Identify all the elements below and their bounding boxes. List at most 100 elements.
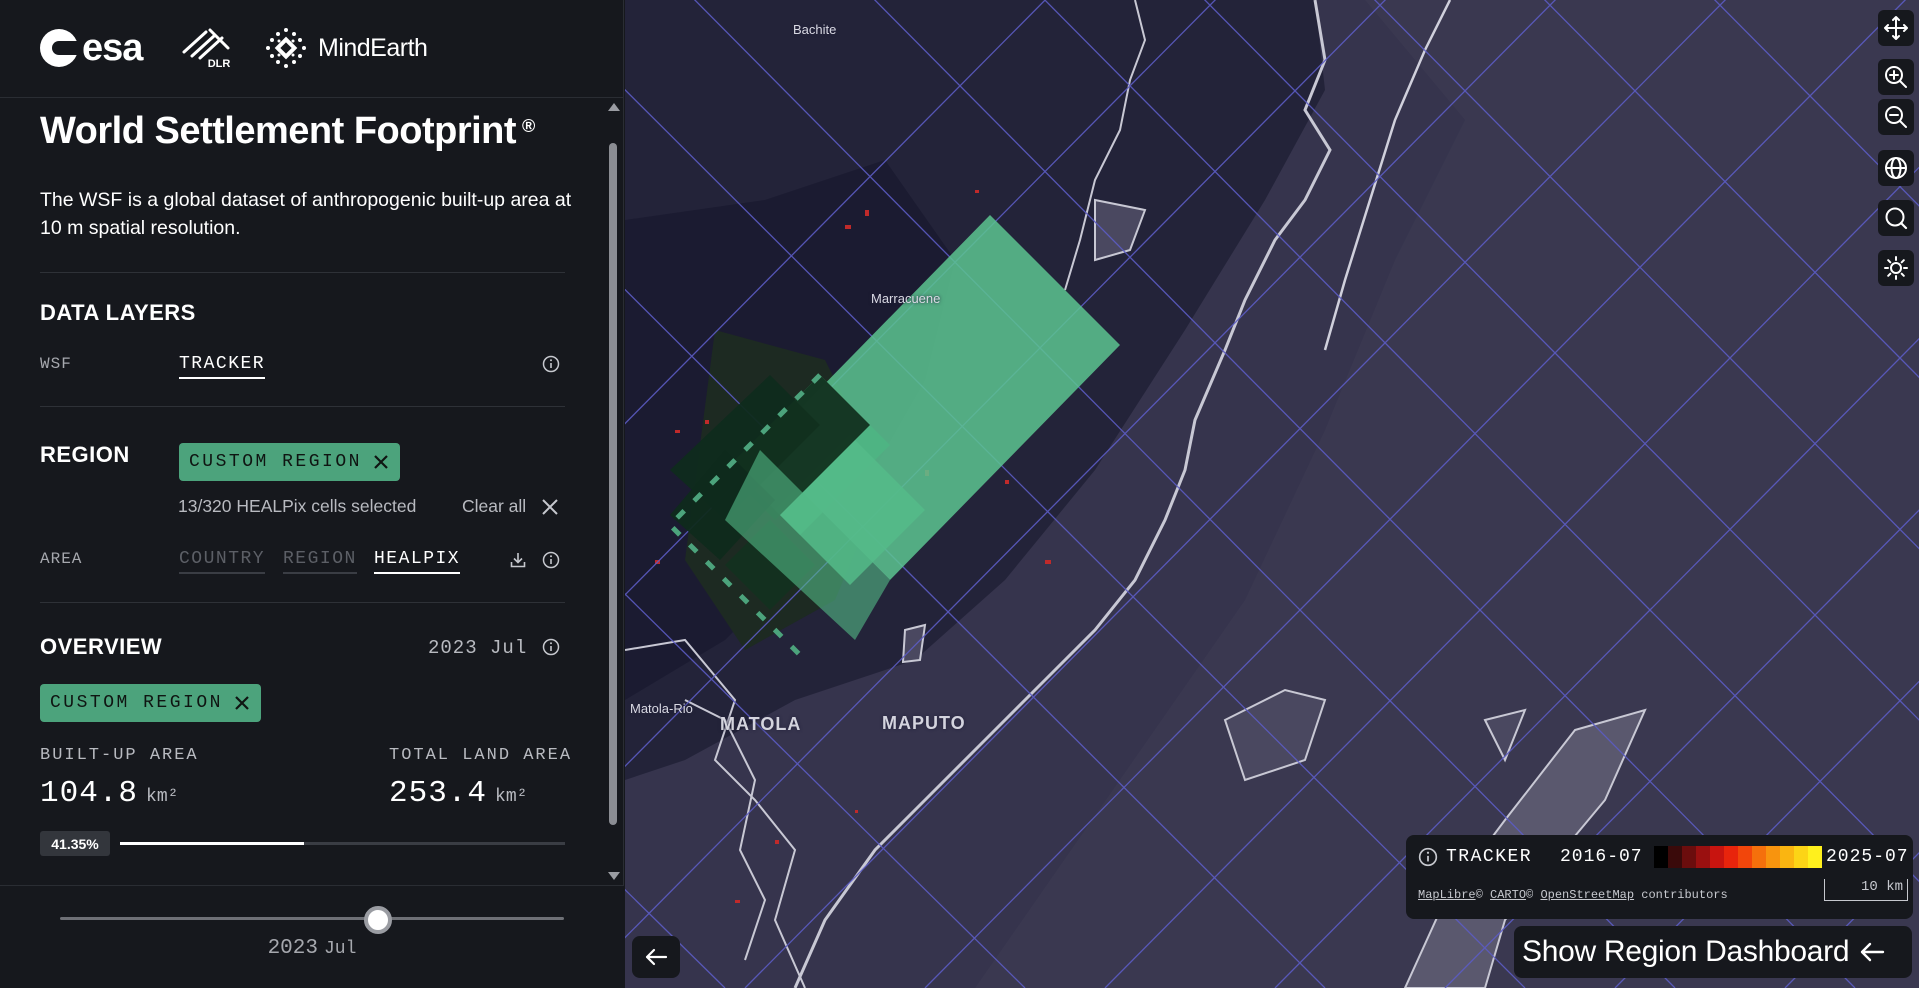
maplibre-link[interactable]: MapLibre bbox=[1418, 888, 1476, 902]
mindearth-logo-text: MindEarth bbox=[318, 33, 428, 62]
arrow-left-icon bbox=[1861, 942, 1885, 962]
show-region-dashboard-label: Show Region Dashboard bbox=[1522, 935, 1850, 968]
collapse-sidebar-button[interactable] bbox=[632, 936, 680, 978]
area-label: AREA bbox=[40, 550, 83, 568]
pan-button[interactable] bbox=[1878, 10, 1914, 46]
dlr-logo-text: DLR bbox=[207, 58, 231, 70]
tab-tracker[interactable]: TRACKER bbox=[179, 354, 266, 379]
built-up-progress-bar bbox=[120, 842, 565, 845]
zoom-in-button[interactable] bbox=[1878, 59, 1914, 95]
total-land-area-value: 253.4 bbox=[389, 776, 488, 811]
legend-ramp-swatch bbox=[1696, 846, 1710, 868]
divider bbox=[40, 406, 565, 407]
legend-ramp-swatch bbox=[1738, 846, 1752, 868]
divider bbox=[40, 602, 565, 603]
legend-ramp-swatch bbox=[1654, 846, 1668, 868]
total-land-area-unit: km² bbox=[495, 787, 528, 807]
region-custom-chip[interactable]: CUSTOM REGION bbox=[179, 443, 400, 481]
dlr-logo[interactable]: DLR bbox=[180, 24, 234, 72]
built-up-area-label: BUILT-UP AREA bbox=[40, 746, 199, 765]
overview-title: OVERVIEW bbox=[40, 634, 163, 659]
data-layers-info-icon[interactable] bbox=[542, 355, 560, 373]
esa-logo-mark-icon bbox=[40, 29, 78, 67]
mindearth-logo[interactable]: MindEarth bbox=[264, 24, 428, 72]
built-up-area-unit: km² bbox=[146, 787, 179, 807]
timeline-date-label: 2023 Jul bbox=[0, 937, 624, 960]
search-button[interactable] bbox=[1878, 200, 1914, 236]
carto-link[interactable]: CARTO bbox=[1490, 888, 1526, 902]
legend-end-date: 2025-07 bbox=[1826, 847, 1909, 867]
legend-start-date: 2016-07 bbox=[1560, 847, 1643, 867]
page-description: The WSF is a global dataset of anthropog… bbox=[40, 189, 572, 239]
legend-ramp-swatch bbox=[1752, 846, 1766, 868]
legend-ramp-swatch bbox=[1668, 846, 1682, 868]
globe-icon bbox=[1885, 157, 1907, 179]
built-up-percent-badge: 41.35% bbox=[40, 831, 110, 856]
zoom-in-icon bbox=[1885, 66, 1907, 88]
total-land-area-metric: 253.4 km² bbox=[389, 776, 527, 811]
area-info-icon[interactable] bbox=[542, 551, 560, 569]
page-title-text: World Settlement Footprint bbox=[40, 110, 517, 152]
logo-bar: esa DLR MindEarth bbox=[0, 0, 624, 98]
overview-custom-chip[interactable]: CUSTOM REGION bbox=[40, 684, 261, 722]
esa-logo[interactable]: esa bbox=[40, 24, 143, 72]
map-label-matola: MATOLA bbox=[720, 714, 802, 734]
mindearth-logo-mark-icon bbox=[266, 28, 306, 68]
legend-ramp-swatch bbox=[1808, 846, 1822, 868]
clear-all-button[interactable]: Clear all bbox=[462, 496, 526, 517]
tab-region[interactable]: REGION bbox=[283, 549, 357, 574]
zoom-out-icon bbox=[1885, 106, 1907, 128]
esa-logo-text: esa bbox=[82, 26, 143, 69]
region-chip-label: CUSTOM REGION bbox=[189, 452, 362, 472]
map-label-bachite: Bachite bbox=[793, 22, 837, 37]
built-up-area-value: 104.8 bbox=[40, 776, 139, 811]
overview-date: 2023 Jul bbox=[428, 637, 527, 659]
legend-ramp-swatch bbox=[1780, 846, 1794, 868]
wsf-label: WSF bbox=[40, 355, 72, 373]
overview-info-icon[interactable] bbox=[542, 638, 560, 656]
arrow-left-icon bbox=[645, 948, 668, 966]
overview-chip-label: CUSTOM REGION bbox=[50, 693, 223, 713]
built-up-area-metric: 104.8 km² bbox=[40, 776, 178, 811]
timeline-slider-track[interactable] bbox=[60, 917, 564, 920]
timeline-slider-handle[interactable] bbox=[363, 906, 392, 934]
timeline-year: 2023 bbox=[267, 937, 318, 960]
zoom-out-button[interactable] bbox=[1878, 99, 1914, 135]
map-attribution: MapLibre© CARTO© OpenStreetMap contribut… bbox=[1418, 888, 1728, 902]
move-icon bbox=[1884, 16, 1908, 40]
map-scale-bar: 10 km bbox=[1824, 879, 1908, 901]
scrollbar-thumb[interactable] bbox=[609, 143, 617, 825]
openstreetmap-link[interactable]: OpenStreetMap bbox=[1540, 888, 1634, 902]
sun-icon bbox=[1884, 256, 1908, 280]
download-icon[interactable] bbox=[509, 551, 527, 569]
overview-year: 2023 bbox=[428, 637, 478, 659]
tab-country[interactable]: COUNTRY bbox=[179, 549, 266, 574]
legend-ramp-swatch bbox=[1766, 846, 1780, 868]
map-label-marracuene: Marracuene bbox=[871, 291, 941, 306]
dlr-logo-mark-icon bbox=[182, 28, 230, 60]
legend-ramp-swatch bbox=[1724, 846, 1738, 868]
attribution-suffix: contributors bbox=[1641, 888, 1728, 902]
region-title: REGION bbox=[40, 442, 130, 467]
globe-button[interactable] bbox=[1878, 150, 1914, 186]
legend-ramp-swatch bbox=[1710, 846, 1724, 868]
tab-healpix[interactable]: HEALPIX bbox=[374, 549, 461, 574]
theme-toggle-button[interactable] bbox=[1878, 250, 1914, 286]
legend-ramp-swatch bbox=[1682, 846, 1696, 868]
remove-overview-region-close-icon[interactable] bbox=[233, 694, 251, 712]
map-label-maputo: MAPUTO bbox=[882, 713, 966, 733]
legend-info-icon[interactable] bbox=[1418, 847, 1438, 867]
legend-ramp-swatch bbox=[1794, 846, 1808, 868]
healpix-cells-count: 13/320 HEALPix cells selected bbox=[178, 496, 417, 516]
scroll-up-arrow-icon[interactable] bbox=[608, 103, 620, 111]
scroll-down-arrow-icon[interactable] bbox=[608, 872, 620, 880]
data-layers-title: DATA LAYERS bbox=[40, 300, 196, 325]
total-land-area-label: TOTAL LAND AREA bbox=[389, 746, 573, 765]
map-legend: TRACKER 2016-07 2025-07 MapLibre© CARTO©… bbox=[1406, 835, 1913, 919]
search-icon bbox=[1885, 207, 1908, 230]
remove-region-close-icon[interactable] bbox=[372, 453, 390, 471]
show-region-dashboard-button[interactable]: Show Region Dashboard bbox=[1514, 926, 1912, 978]
legend-title: TRACKER bbox=[1446, 847, 1533, 867]
clear-all-close-icon[interactable] bbox=[541, 498, 559, 516]
overview-month: Jul bbox=[490, 637, 528, 659]
